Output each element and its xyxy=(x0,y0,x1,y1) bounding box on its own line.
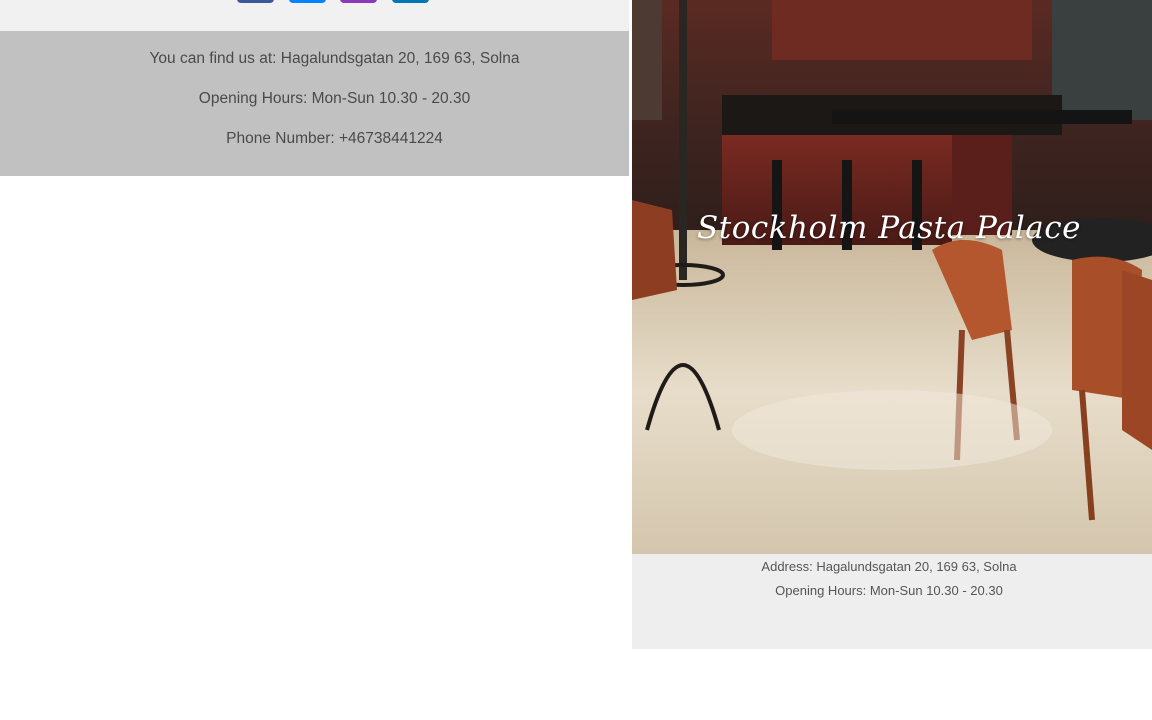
opening-hours-text: Opening Hours: Mon-Sun 10.30 - 20.30 xyxy=(198,90,471,107)
phone-number-text: Phone Number: +46738441224 xyxy=(226,130,443,147)
left-column: You can find us at: Hagalundsgatan 20, 1… xyxy=(0,0,629,720)
restaurant-interior-illustration xyxy=(632,0,1152,554)
card-address-text: Address: Hagalundsgatan 20, 169 63, Soln… xyxy=(761,559,1017,574)
messenger-icon[interactable] xyxy=(289,0,326,3)
restaurant-card[interactable]: Stockholm Pasta Palace Address: Hagalund… xyxy=(632,0,1152,649)
instagram-icon[interactable] xyxy=(340,0,377,3)
social-links-bar xyxy=(0,0,629,31)
restaurant-hero-image: Stockholm Pasta Palace xyxy=(632,0,1152,554)
address-text: You can find us at: Hagalundsgatan 20, 1… xyxy=(149,50,520,67)
contact-info-panel: You can find us at: Hagalundsgatan 20, 1… xyxy=(0,31,629,176)
facebook-icon[interactable] xyxy=(237,0,274,3)
restaurant-name-title: Stockholm Pasta Palace xyxy=(697,210,1081,246)
linkedin-icon[interactable] xyxy=(392,0,429,3)
card-opening-hours-text: Opening Hours: Mon-Sun 10.30 - 20.30 xyxy=(775,583,1003,598)
